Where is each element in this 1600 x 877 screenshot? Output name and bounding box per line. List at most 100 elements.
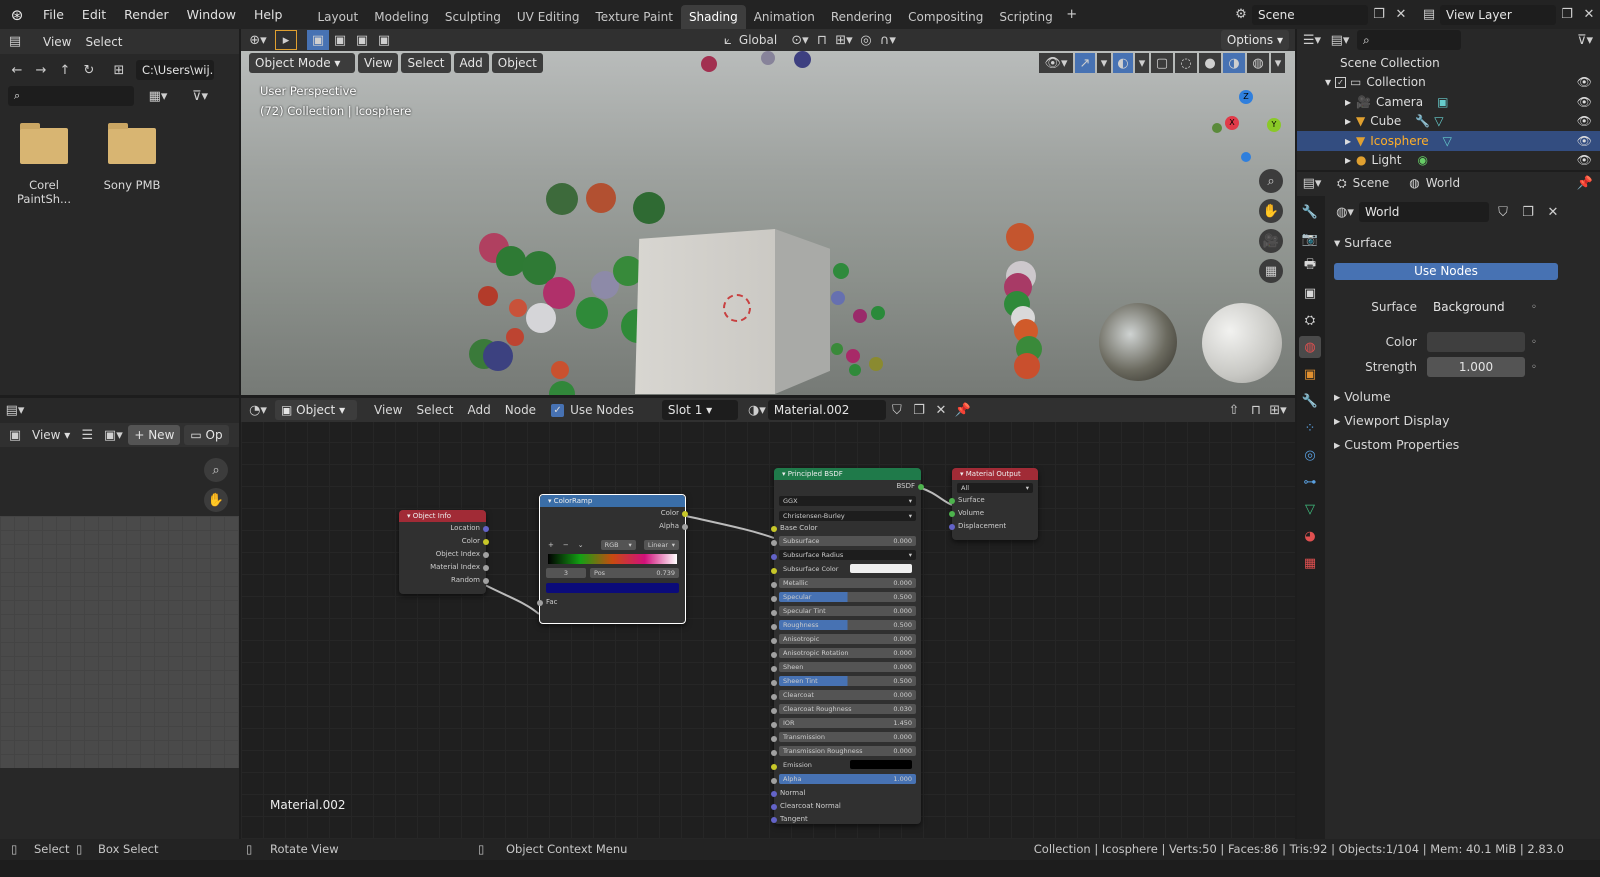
bsdf-field-sheen-tint[interactable]: Sheen Tint 0.500 [779, 676, 916, 686]
tool-tab-icon[interactable]: 🔧 [1299, 201, 1321, 223]
menu-object[interactable]: Object [491, 53, 543, 73]
color-swatch[interactable] [1427, 332, 1525, 352]
output-socket[interactable]: Object Index [399, 548, 489, 561]
color-swatch[interactable] [850, 564, 912, 573]
filter-icon[interactable]: ⊽▾ [182, 86, 218, 106]
select-intersect-icon[interactable]: ▣ [373, 30, 395, 50]
editor-type-icon[interactable]: ▤ [4, 32, 26, 52]
delete-view-layer-icon[interactable]: ✕ [1578, 5, 1600, 25]
menu-add[interactable]: Add [461, 403, 498, 417]
output-socket[interactable]: Random [399, 574, 489, 587]
gizmo-dropdown-icon[interactable]: ▾ [1097, 53, 1111, 73]
input-socket[interactable]: Clearcoat Normal [771, 800, 921, 813]
bsdf-field-sheen[interactable]: Sheen 0.000 [779, 662, 916, 672]
principled-bsdf-node[interactable]: ▾ Principled BSDF BSDF GGX ▾ Christensen-… [771, 468, 924, 826]
bsdf-field-emission[interactable]: Emission [779, 760, 916, 770]
output-socket[interactable]: Color [399, 535, 489, 548]
image-canvas[interactable] [0, 516, 239, 768]
menu-edit[interactable]: Edit [73, 0, 115, 29]
path-field[interactable]: C:\Users\wij... [136, 60, 214, 80]
zoom-icon[interactable]: ⌕ [204, 458, 228, 482]
output-socket[interactable]: BSDF [774, 480, 924, 493]
outliner-item-icosphere[interactable]: ▸ ▼ Icosphere ▽ 👁 [1297, 131, 1600, 151]
bsdf-input-row[interactable]: Roughness 0.500 [771, 620, 921, 633]
strength-field[interactable]: 1.000 [1427, 357, 1525, 377]
menu-file[interactable]: File [34, 0, 73, 29]
bsdf-input-row[interactable]: Transmission 0.000 [771, 732, 921, 745]
outliner-item-cube[interactable]: ▸ ▼ Cube 🔧 ▽ 👁 [1297, 112, 1600, 132]
editor-type-icon[interactable]: ▤▾ [1301, 173, 1323, 193]
surface-shader-select[interactable]: Background [1427, 297, 1525, 317]
folder-item[interactable]: Corel PaintSh... [4, 123, 84, 206]
bsdf-field-alpha[interactable]: Alpha 1.000 [779, 774, 916, 784]
shader-type-select[interactable]: ▣ Object ▾ [275, 400, 357, 420]
solid-shading-icon[interactable]: ● [1199, 53, 1221, 73]
tab-rendering[interactable]: Rendering [823, 5, 900, 29]
outliner-root[interactable]: Scene Collection [1297, 53, 1600, 73]
scene-icon[interactable]: ⚙ [1230, 5, 1252, 25]
remove-stop-icon[interactable]: − [563, 541, 569, 549]
display-mode-icon[interactable]: ▦▾ [140, 86, 176, 106]
object-tab-icon[interactable]: ▣ [1299, 363, 1321, 385]
tab-uv-editing[interactable]: UV Editing [509, 5, 588, 29]
input-socket[interactable]: Fac [537, 596, 685, 609]
input-socket[interactable]: Displacement [949, 520, 1038, 533]
input-socket[interactable]: Tangent [771, 813, 921, 826]
delete-scene-icon[interactable]: ✕ [1390, 5, 1412, 25]
eye-icon[interactable]: 👁 [1577, 134, 1592, 148]
xray-icon[interactable]: ▢ [1151, 53, 1173, 73]
material-tab-icon[interactable]: ◕ [1299, 525, 1321, 547]
view-layer-tab-icon[interactable]: ▣ [1299, 282, 1321, 304]
visibility-icon[interactable]: 👁▾ [1039, 53, 1073, 73]
bsdf-input-row[interactable]: Transmission Roughness 0.000 [771, 746, 921, 759]
menu-view[interactable]: View [367, 403, 409, 417]
input-socket[interactable]: Base Color [771, 522, 921, 535]
modifier-tab-icon[interactable]: 🔧 [1299, 390, 1321, 412]
bsdf-input-row[interactable]: Alpha 1.000 [771, 774, 921, 787]
use-nodes-checkbox[interactable]: ✓ Use Nodes [551, 403, 634, 417]
forward-icon[interactable]: → [30, 60, 52, 80]
proportional-icon[interactable]: ◎ [855, 30, 877, 50]
snap-target-icon[interactable]: ⊞▾ [833, 30, 855, 50]
menu-render[interactable]: Render [115, 0, 178, 29]
input-socket[interactable]: Volume [949, 507, 1038, 520]
overlay-icon[interactable]: ◐ [1113, 53, 1133, 73]
tab-animation[interactable]: Animation [746, 5, 823, 29]
bsdf-field-subsurface-radius[interactable]: Subsurface Radius ▾ [779, 550, 916, 560]
new-image-button[interactable]: + New [128, 425, 181, 445]
bsdf-field-anisotropic[interactable]: Anisotropic 0.000 [779, 634, 916, 644]
world-name-field[interactable]: World [1359, 202, 1489, 222]
unlink-world-icon[interactable]: ✕ [1542, 202, 1564, 222]
new-view-layer-icon[interactable]: ❐ [1556, 5, 1578, 25]
tab-scripting[interactable]: Scripting [991, 5, 1060, 29]
open-image-button[interactable]: ▭ Op [184, 425, 229, 445]
tab-sculpting[interactable]: Sculpting [437, 5, 509, 29]
color-mode-select[interactable]: RGB ▾ [600, 540, 636, 550]
fake-user-icon[interactable]: ⛉ [886, 400, 908, 420]
output-target-select[interactable]: All ▾ [957, 483, 1033, 493]
menu-view[interactable]: View ▾ [30, 428, 72, 442]
bsdf-input-row[interactable]: IOR 1.450 [771, 718, 921, 731]
bsdf-field-roughness[interactable]: Roughness 0.500 [779, 620, 916, 630]
new-scene-icon[interactable]: ❐ [1368, 5, 1390, 25]
parent-node-tree-icon[interactable]: ⇧ [1223, 400, 1245, 420]
folder-item[interactable]: Sony PMB [92, 123, 172, 206]
bsdf-input-row[interactable]: Anisotropic 0.000 [771, 634, 921, 647]
image-browse-icon[interactable]: ▣▾ [102, 425, 124, 445]
wireframe-shading-icon[interactable]: ◌ [1175, 53, 1197, 73]
tab-modeling[interactable]: Modeling [366, 5, 437, 29]
output-socket[interactable]: Color [540, 507, 688, 520]
tab-texture-paint[interactable]: Texture Paint [588, 5, 681, 29]
input-socket[interactable]: Normal [771, 787, 921, 800]
menu-view[interactable]: View [36, 35, 78, 49]
bsdf-input-row[interactable]: Clearcoat Roughness 0.030 [771, 704, 921, 717]
snap-icon[interactable]: ⊓ [1245, 400, 1267, 420]
output-socket[interactable]: Location [399, 522, 489, 535]
viewport-display-panel-header[interactable]: ▸ Viewport Display [1334, 413, 1450, 428]
menu-select[interactable]: Select [409, 403, 460, 417]
socket-link-icon[interactable]: ◦ [1531, 362, 1537, 373]
ramp-menu-icon[interactable]: ⌄ [578, 541, 584, 549]
bsdf-field-ior[interactable]: IOR 1.450 [779, 718, 916, 728]
bsdf-field-transmission-roughness[interactable]: Transmission Roughness 0.000 [779, 746, 916, 756]
bsdf-input-row[interactable]: Sheen Tint 0.500 [771, 676, 921, 689]
